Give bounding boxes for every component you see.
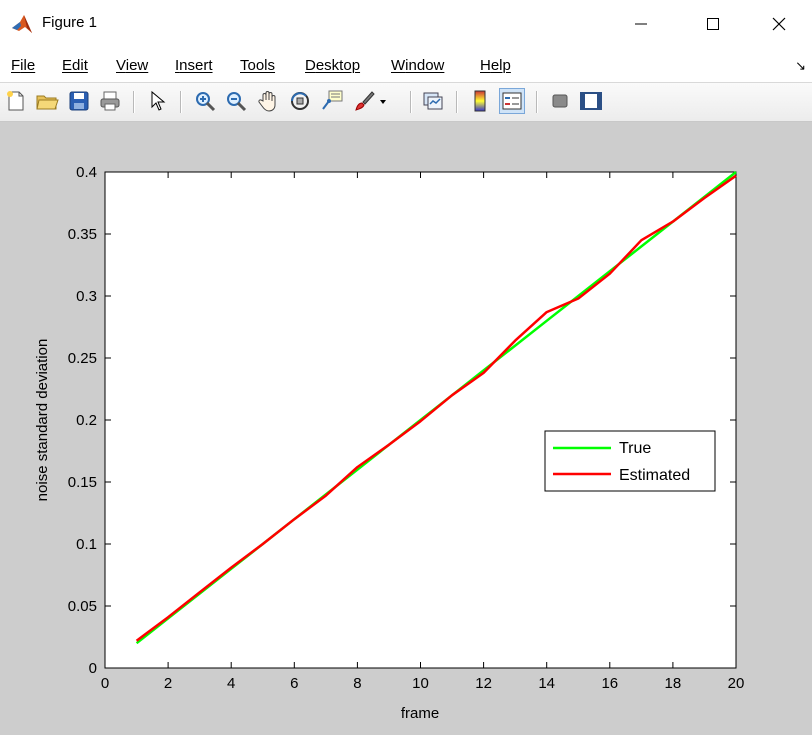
- minimize-button[interactable]: [618, 8, 664, 40]
- dock-figure-icon[interactable]: ↘: [795, 58, 806, 74]
- y-tick-label: 0.25: [68, 350, 97, 367]
- y-tick-label: 0.4: [76, 164, 97, 181]
- toolbar-separator: [456, 91, 458, 113]
- y-tick-label: 0.15: [68, 474, 97, 491]
- x-tick-label: 4: [227, 675, 235, 692]
- maximize-icon: [707, 18, 719, 30]
- data-cursor-icon[interactable]: [320, 89, 344, 113]
- x-tick-label: 18: [665, 675, 682, 692]
- title-bar: Figure 1: [0, 0, 812, 48]
- legend-icon[interactable]: [499, 88, 525, 114]
- y-tick-label: 0.1: [76, 536, 97, 553]
- legend[interactable]: True Estimated: [544, 430, 716, 492]
- line-chart: 0 2 4 6 8 10 12 14 16 18 20 0 0.05 0.1 0.15 0.2 0.25 0.3 0…: [34, 164, 745, 722]
- x-axis-label: frame: [401, 705, 439, 722]
- link-plot-icon[interactable]: [421, 89, 445, 113]
- x-tick-label: 6: [290, 675, 298, 692]
- pan-icon[interactable]: [256, 89, 280, 113]
- toolbar-separator: [180, 91, 182, 113]
- y-tick-label: 0: [89, 660, 97, 677]
- legend-label-estimated: Estimated: [619, 467, 690, 484]
- menu-desktop[interactable]: Desktop: [305, 57, 360, 74]
- save-icon[interactable]: [67, 89, 91, 113]
- menu-edit[interactable]: Edit: [62, 57, 88, 74]
- figure-toolbar: [0, 83, 812, 122]
- x-tick-label: 20: [728, 675, 745, 692]
- close-button[interactable]: [756, 8, 802, 40]
- figure-canvas: 0 2 4 6 8 10 12 14 16 18 20 0 0.05 0.1 0.15 0.2 0.25 0.3 0…: [0, 122, 812, 735]
- show-plot-tools-icon[interactable]: [579, 89, 603, 113]
- toolbar-separator: [133, 91, 135, 113]
- minimize-icon: [635, 23, 647, 25]
- menu-help[interactable]: Help: [480, 57, 511, 74]
- toolbar-separator: [536, 91, 538, 113]
- hide-plot-tools-icon[interactable]: [548, 89, 572, 113]
- y-axis-label: noise standard deviation: [34, 339, 51, 502]
- x-tick-label: 12: [475, 675, 492, 692]
- y-tick-label: 0.05: [68, 598, 97, 615]
- brush-dropdown-icon[interactable]: [378, 89, 388, 113]
- matlab-logo-icon: [12, 15, 32, 33]
- maximize-button[interactable]: [690, 8, 736, 40]
- menu-view[interactable]: View: [116, 57, 148, 74]
- print-icon[interactable]: [98, 89, 122, 113]
- x-tick-label: 10: [412, 675, 429, 692]
- brush-icon[interactable]: [352, 89, 376, 113]
- x-tick-label: 14: [538, 675, 555, 692]
- zoom-in-icon[interactable]: [193, 89, 217, 113]
- y-tick-label: 0.3: [76, 288, 97, 305]
- x-tick-label: 8: [353, 675, 361, 692]
- x-tick-label: 0: [101, 675, 109, 692]
- menu-bar: File Edit View Insert Tools Desktop Wind…: [0, 48, 812, 83]
- colorbar-icon[interactable]: [468, 89, 492, 113]
- menu-tools[interactable]: Tools: [240, 57, 275, 74]
- zoom-out-icon[interactable]: [224, 89, 248, 113]
- menu-insert[interactable]: Insert: [175, 57, 213, 74]
- window-title: Figure 1: [42, 14, 98, 31]
- edit-plot-icon[interactable]: [146, 89, 170, 113]
- toolbar-separator: [410, 91, 412, 113]
- y-tick-label: 0.2: [76, 412, 97, 429]
- new-figure-icon[interactable]: [4, 89, 28, 113]
- x-tick-label: 2: [164, 675, 172, 692]
- menu-file[interactable]: File: [11, 57, 35, 74]
- rotate-3d-icon[interactable]: [288, 89, 312, 113]
- x-tick-label: 16: [601, 675, 618, 692]
- y-tick-label: 0.35: [68, 226, 97, 243]
- close-icon: [772, 17, 786, 31]
- menu-window[interactable]: Window: [391, 57, 444, 74]
- legend-label-true: True: [619, 440, 651, 457]
- open-file-icon[interactable]: [35, 89, 59, 113]
